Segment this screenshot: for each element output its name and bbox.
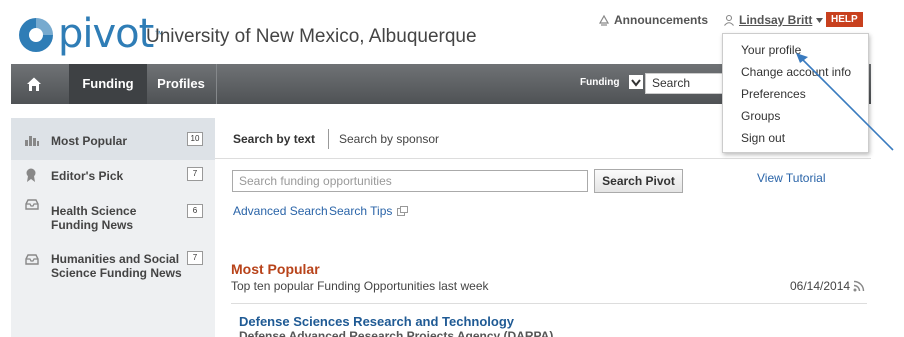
annotation-arrow-icon [796, 53, 894, 151]
